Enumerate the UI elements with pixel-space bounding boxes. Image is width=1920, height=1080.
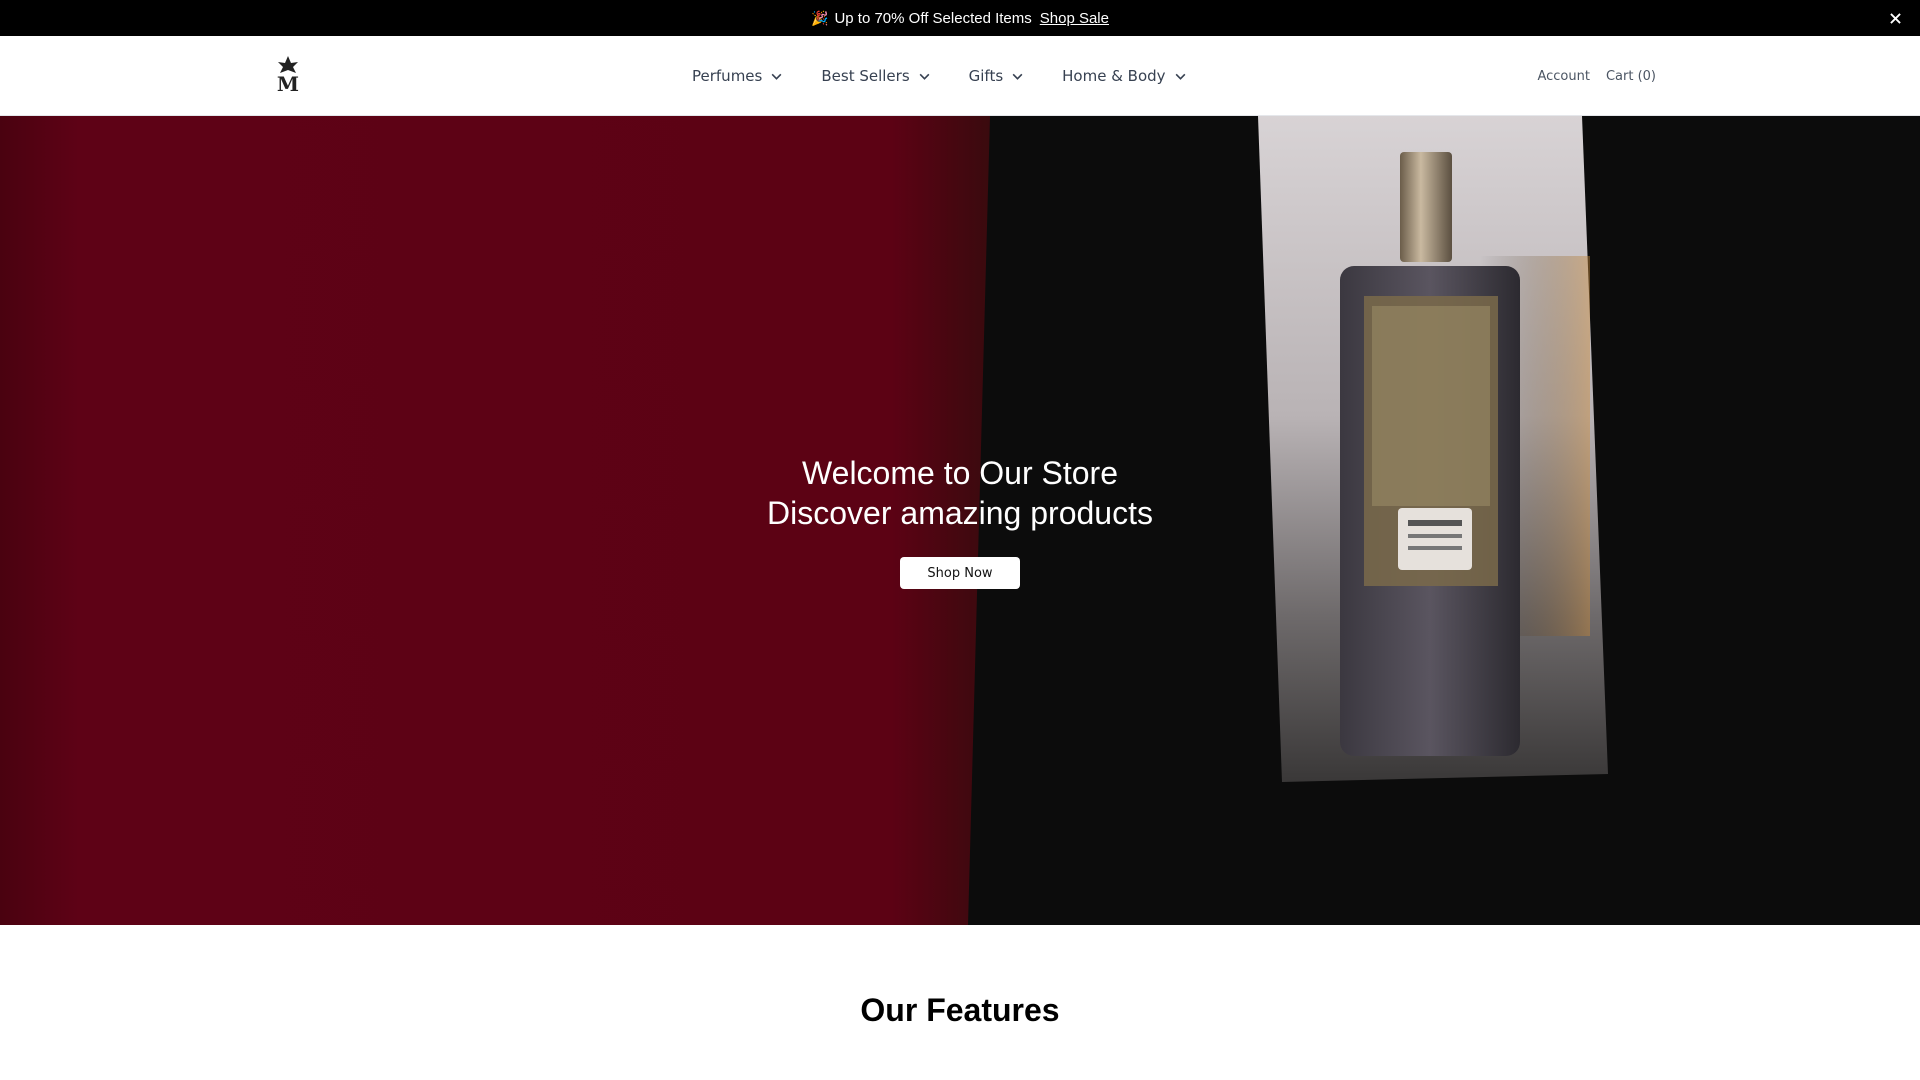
nav-item-label: Perfumes xyxy=(692,67,763,85)
announcement-text: Up to 70% Off Selected Items xyxy=(834,9,1032,27)
site-header: M Perfumes Best Sellers Gifts Home & Bod… xyxy=(0,36,1920,116)
shop-sale-link[interactable]: Shop Sale xyxy=(1040,10,1109,27)
hero-title: Welcome to Our Store xyxy=(802,455,1118,491)
close-icon[interactable] xyxy=(1886,9,1904,27)
main-nav: Perfumes Best Sellers Gifts Home & Body xyxy=(692,36,1187,116)
hero-subtitle: Discover amazing products xyxy=(767,495,1153,531)
nav-item-perfumes[interactable]: Perfumes xyxy=(692,67,783,85)
nav-item-label: Best Sellers xyxy=(821,67,910,85)
features-heading: Our Features xyxy=(860,992,1060,1028)
header-actions: Account Cart (0) xyxy=(1537,36,1656,116)
shop-now-button[interactable]: Shop Now xyxy=(900,557,1020,589)
nav-item-label: Gifts xyxy=(968,67,1004,85)
chevron-down-icon xyxy=(1012,73,1023,80)
hero-banner: Welcome to Our Store Discover amazing pr… xyxy=(0,116,1920,925)
chevron-down-icon xyxy=(771,73,782,80)
svg-text:M: M xyxy=(277,72,299,94)
nav-item-home-body[interactable]: Home & Body xyxy=(1062,67,1186,85)
brand-logo-icon[interactable]: M xyxy=(272,56,304,96)
nav-item-best-sellers[interactable]: Best Sellers xyxy=(821,67,930,85)
chevron-down-icon xyxy=(919,73,930,80)
account-link[interactable]: Account xyxy=(1537,69,1590,84)
announcement-bar: 🎉 Up to 70% Off Selected Items Shop Sale xyxy=(0,0,1920,36)
chevron-down-icon xyxy=(1175,73,1185,80)
cart-link[interactable]: Cart (0) xyxy=(1606,69,1656,84)
nav-item-gifts[interactable]: Gifts xyxy=(969,67,1025,85)
nav-item-label: Home & Body xyxy=(1062,67,1166,85)
party-emoji: 🎉 xyxy=(811,9,829,26)
hero-content: Welcome to Our Store Discover amazing pr… xyxy=(0,453,1920,589)
